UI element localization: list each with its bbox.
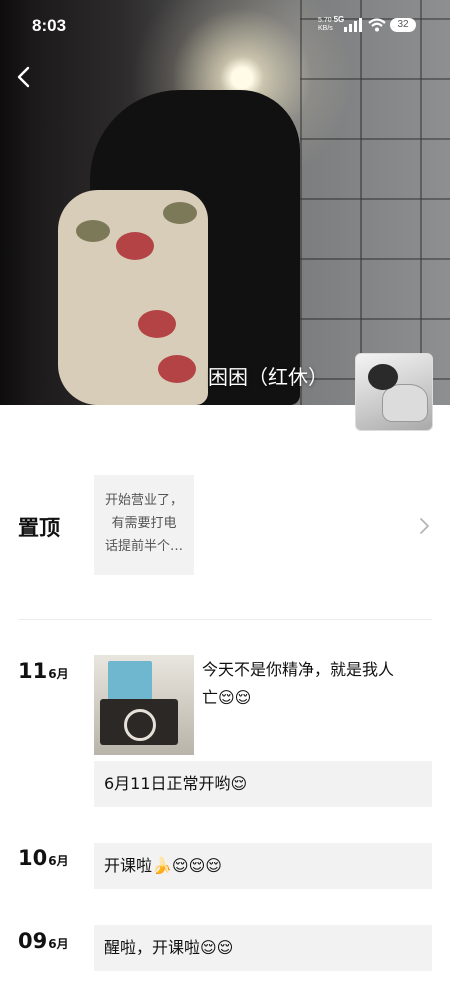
pinned-preview-line: 有需要打电: [111, 516, 177, 531]
post-text-bubble[interactable]: 开课啦🍌😌😌😌: [94, 843, 432, 889]
pinned-preview-line: 开始营业了，: [104, 493, 183, 508]
avatar-figure-head: [368, 364, 398, 390]
post-date: 096月: [18, 929, 69, 953]
post-day: 10: [18, 846, 48, 870]
profile-name: 困困（红休）: [208, 365, 328, 389]
cover-tile-wall: [300, 0, 450, 405]
post-date: 106月: [18, 846, 69, 870]
cover-flower: [158, 355, 196, 383]
post-month: 6月: [48, 937, 69, 951]
post-month: 6月: [48, 667, 69, 681]
pinned-post-card[interactable]: 开始营业了， 有需要打电 话提前半个…: [94, 475, 194, 575]
net-speed-value: 5.70: [318, 17, 332, 24]
post-text-bubble[interactable]: 醒啦，开课啦😌😌: [94, 925, 432, 971]
back-arrow-icon[interactable]: [12, 62, 38, 92]
post-date: 116月: [18, 659, 69, 683]
cover-photo[interactable]: [0, 0, 450, 405]
section-divider: [18, 619, 432, 620]
status-time: 8:03: [32, 16, 67, 35]
post-text-line: 今天不是你精净，就是我人: [202, 660, 395, 679]
network-type: 5G: [333, 15, 345, 24]
photo-ring: [124, 709, 156, 741]
avatar-figure-body: [382, 384, 428, 422]
post-text-bubble[interactable]: 6月11日正常开哟😌: [94, 761, 432, 807]
status-bar: 8:03 5.70 5G KB/s 32: [0, 0, 450, 50]
signal-icon: [344, 18, 362, 32]
net-speed-unit: KB/s: [318, 25, 333, 32]
chevron-right-icon[interactable]: [418, 516, 432, 536]
wifi-icon: [368, 18, 386, 32]
battery-icon: 32: [390, 18, 416, 32]
cover-dress: [58, 190, 208, 405]
pinned-preview-line: 话提前半个…: [104, 539, 183, 554]
photo-package: [108, 661, 152, 701]
cover-flower: [138, 310, 176, 338]
post-day: 11: [18, 659, 48, 683]
net-speed-indicator: 5.70 5G KB/s: [318, 16, 344, 33]
post-day: 09: [18, 929, 48, 953]
post-text-line: 亡😌😌: [202, 688, 252, 707]
cover-flower: [116, 232, 154, 260]
post-text[interactable]: 今天不是你精净，就是我人 亡😌😌: [202, 656, 394, 712]
pinned-label: 置顶: [18, 516, 60, 540]
post-month: 6月: [48, 854, 69, 868]
cover-leaf: [76, 220, 110, 242]
cover-leaf: [163, 202, 197, 224]
post-photo[interactable]: [94, 655, 194, 755]
avatar[interactable]: [355, 353, 433, 431]
